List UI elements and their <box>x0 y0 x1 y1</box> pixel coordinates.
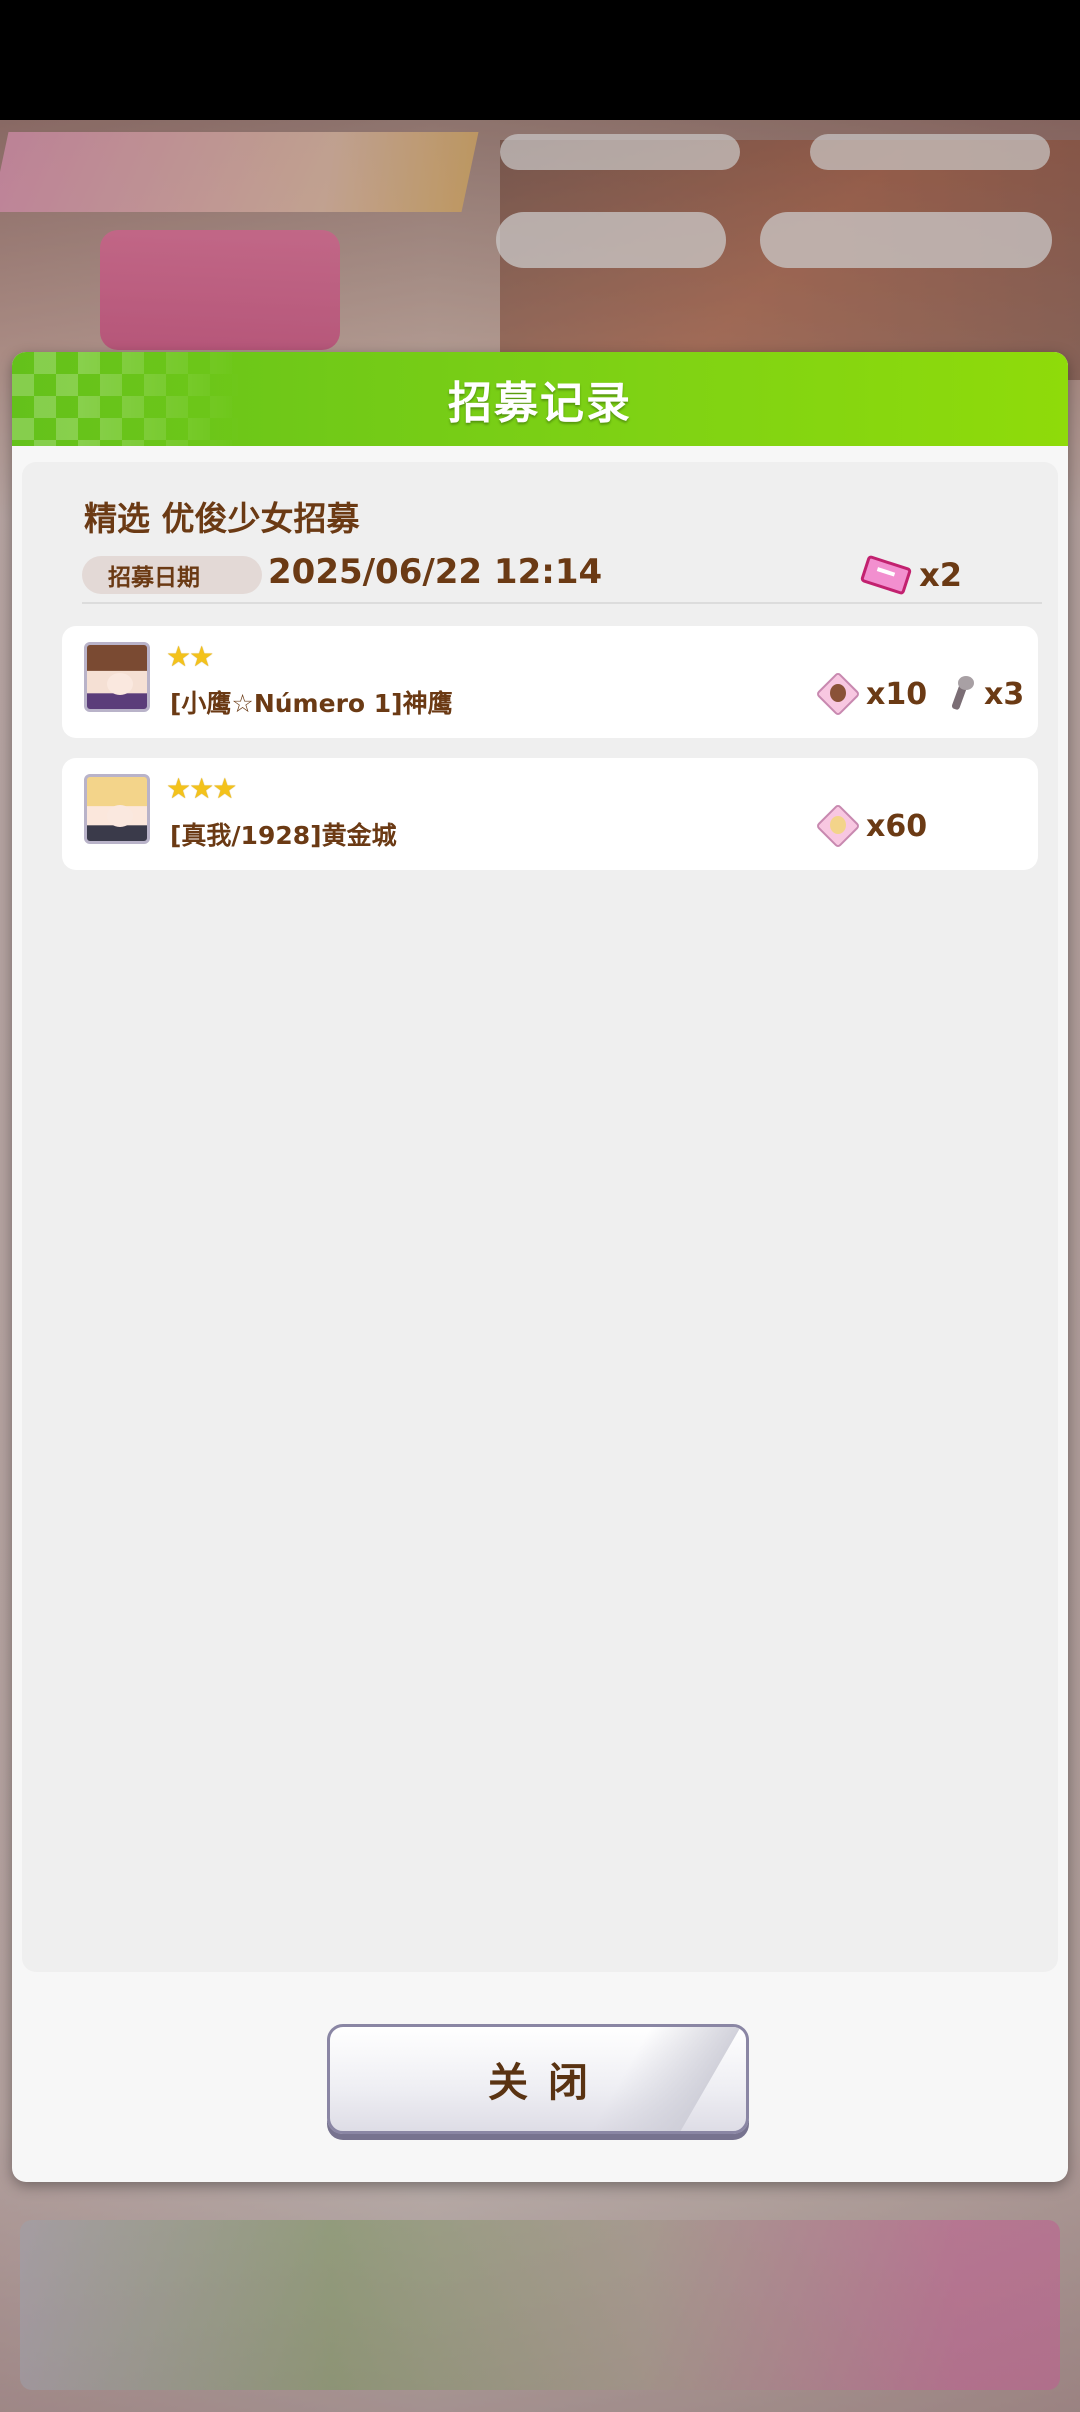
status-bar <box>0 0 1080 120</box>
bone-item-icon <box>942 674 976 714</box>
reward-pieces: x60 <box>815 803 928 849</box>
reward-count: x3 <box>984 676 1025 712</box>
rarity-stars: ★★ <box>166 640 214 673</box>
reward-count: x60 <box>866 808 928 844</box>
header-pattern <box>12 352 242 446</box>
card-name: [真我/1928]黄金城 <box>170 821 397 850</box>
ticket-icon <box>859 554 913 596</box>
reward-count: x10 <box>866 676 928 712</box>
date-label: 招募日期 <box>82 556 262 594</box>
character-avatar <box>84 774 150 844</box>
character-piece-icon <box>815 671 861 717</box>
banner-name: 精选 优俊少女招募 <box>84 499 360 538</box>
reward-item: x3 <box>942 674 1024 714</box>
date-row: 招募日期 2025/06/22 12:14 x2 <box>82 552 1012 596</box>
ticket-count: x2 <box>919 556 962 594</box>
history-record[interactable]: ★★★ [真我/1928]黄金城 x60 <box>62 758 1038 870</box>
gacha-history-dialog: 招募记录 精选 优俊少女招募 招募日期 2025/06/22 12:14 x2 … <box>12 352 1068 2182</box>
character-avatar <box>84 642 150 712</box>
divider <box>82 602 1042 604</box>
card-name: [小鹰☆Número 1]神鹰 <box>170 689 453 718</box>
dialog-header: 招募记录 <box>12 352 1068 446</box>
close-button-label: 关闭 <box>488 2060 608 2106</box>
dialog-title: 招募记录 <box>448 378 632 429</box>
rarity-stars: ★★★ <box>166 772 237 805</box>
history-record[interactable]: ★★ [小鹰☆Número 1]神鹰 x10 x3 <box>62 626 1038 738</box>
character-piece-icon <box>815 803 861 849</box>
reward-pieces: x10 <box>815 671 928 717</box>
ticket-cost: x2 <box>859 554 962 596</box>
date-value: 2025/06/22 12:14 <box>268 552 603 592</box>
history-list-panel[interactable]: 精选 优俊少女招募 招募日期 2025/06/22 12:14 x2 ★★ [小… <box>22 462 1058 1972</box>
close-button[interactable]: 关闭 <box>327 2024 749 2134</box>
